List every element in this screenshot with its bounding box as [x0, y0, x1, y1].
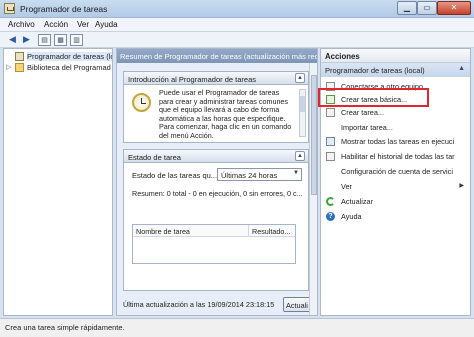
tree-item-label: Biblioteca del Programad — [27, 63, 111, 72]
status-text: Crea una tarea simple rápidamente. — [5, 323, 125, 332]
menu-accion[interactable]: Acción — [44, 20, 68, 29]
list-icon — [326, 137, 335, 146]
tree-item-label: Programador de tareas (local — [27, 52, 112, 61]
summary-scrollbar[interactable] — [309, 63, 317, 315]
task-icon — [326, 108, 335, 117]
tree-item-local[interactable]: Programador de tareas (local — [4, 51, 112, 62]
highlight-box — [318, 88, 429, 107]
actions-group-header[interactable]: Programador de tareas (local) ▲ — [321, 63, 470, 77]
estado-section-body: Estado de las tareas qu... Últimas 24 ho… — [123, 163, 309, 291]
tree-item-library[interactable]: ▷ Biblioteca del Programad — [4, 62, 112, 73]
intro-text: Puede usar el Programador de tareas para… — [159, 89, 292, 140]
menu-archivo[interactable]: Archivo — [8, 20, 35, 29]
chevron-down-icon: ▼ — [293, 170, 299, 176]
title-bar: Programador de tareas ▁ ▭ ✕ — [0, 0, 474, 18]
status-bar: Crea una tarea simple rápidamente. — [0, 318, 474, 337]
clock-icon — [132, 93, 151, 112]
close-button[interactable]: ✕ — [437, 1, 471, 15]
action-refresh[interactable]: Actualizar — [321, 195, 470, 208]
back-arrow-icon[interactable]: ◀ — [6, 34, 19, 46]
collapse-icon[interactable]: ▲ — [295, 73, 305, 83]
show-actions-icon[interactable]: ▥ — [70, 34, 83, 46]
table-header: Nombre de tarea Resultado... — [133, 225, 295, 237]
expand-arrow-icon[interactable]: ▷ — [6, 63, 11, 71]
scroll-thumb[interactable] — [311, 75, 317, 195]
last-update-text: Última actualización a las 19/09/2014 23… — [123, 300, 275, 309]
menu-ver[interactable]: Ver — [77, 20, 89, 29]
task-scheduler-icon — [4, 3, 15, 14]
folder-icon — [15, 63, 24, 72]
properties-icon[interactable]: ▦ — [54, 34, 67, 46]
estado-section-title: Estado de tarea — [128, 153, 181, 162]
maximize-button[interactable]: ▭ — [417, 1, 437, 15]
action-help[interactable]: ? Ayuda — [321, 210, 470, 223]
action-create-task[interactable]: Crear tarea... — [321, 106, 470, 119]
forward-arrow-icon[interactable]: ▶ — [20, 34, 33, 46]
collapse-icon[interactable]: ▲ — [295, 151, 305, 161]
estado-filter-label: Estado de las tareas qu... — [132, 171, 218, 180]
period-select[interactable]: Últimas 24 horas ▼ — [217, 168, 302, 181]
menu-ayuda[interactable]: Ayuda — [95, 20, 118, 29]
estado-section-header[interactable]: Estado de tarea ▲ — [123, 149, 309, 163]
summary-footer: Última actualización a las 19/09/2014 23… — [117, 294, 317, 315]
help-icon: ? — [326, 212, 335, 221]
minimize-button[interactable]: ▁ — [397, 1, 417, 15]
column-header-result[interactable]: Resultado... — [252, 227, 290, 236]
action-view[interactable]: Ver ▶ — [321, 180, 470, 193]
actions-title: Acciones — [321, 49, 470, 63]
window-title: Programador de tareas — [20, 4, 108, 14]
navigation-tree: Programador de tareas (local ▷ Bibliotec… — [3, 48, 113, 316]
scroll-thumb[interactable] — [300, 96, 305, 112]
show-tree-icon[interactable]: ▤ — [38, 34, 51, 46]
toolbar: ◀ ▶ ▤ ▦ ▥ — [0, 32, 474, 48]
menu-bar: Archivo Acción Ver Ayuda — [0, 18, 474, 32]
status-summary: Resumen: 0 total - 0 en ejecución, 0 sin… — [132, 189, 303, 198]
submenu-arrow-icon: ▶ — [459, 183, 464, 189]
intro-scrollbar[interactable] — [299, 89, 306, 137]
column-header-name[interactable]: Nombre de tarea — [136, 227, 190, 236]
action-service-account[interactable]: Configuración de cuenta de servici — [321, 165, 470, 178]
summary-header: Resumen de Programador de tareas (actual… — [117, 49, 317, 63]
refresh-icon — [326, 197, 335, 206]
intro-section-body: Puede usar el Programador de tareas para… — [123, 85, 309, 143]
action-enable-history[interactable]: Habilitar el historial de todas las tar — [321, 150, 470, 163]
intro-section-header[interactable]: Introducción al Programador de tareas ▲ — [123, 71, 309, 85]
intro-section-title: Introducción al Programador de tareas — [128, 75, 256, 84]
action-import-task[interactable]: Importar tarea... — [321, 121, 470, 134]
task-status-table: Nombre de tarea Resultado... — [132, 224, 296, 264]
history-icon — [326, 152, 335, 161]
collapse-arrow-icon[interactable]: ▲ — [458, 65, 465, 72]
clock-icon — [15, 52, 24, 61]
action-show-running[interactable]: Mostrar todas las tareas en ejecuci — [321, 135, 470, 148]
summary-pane: Resumen de Programador de tareas (actual… — [116, 48, 318, 316]
